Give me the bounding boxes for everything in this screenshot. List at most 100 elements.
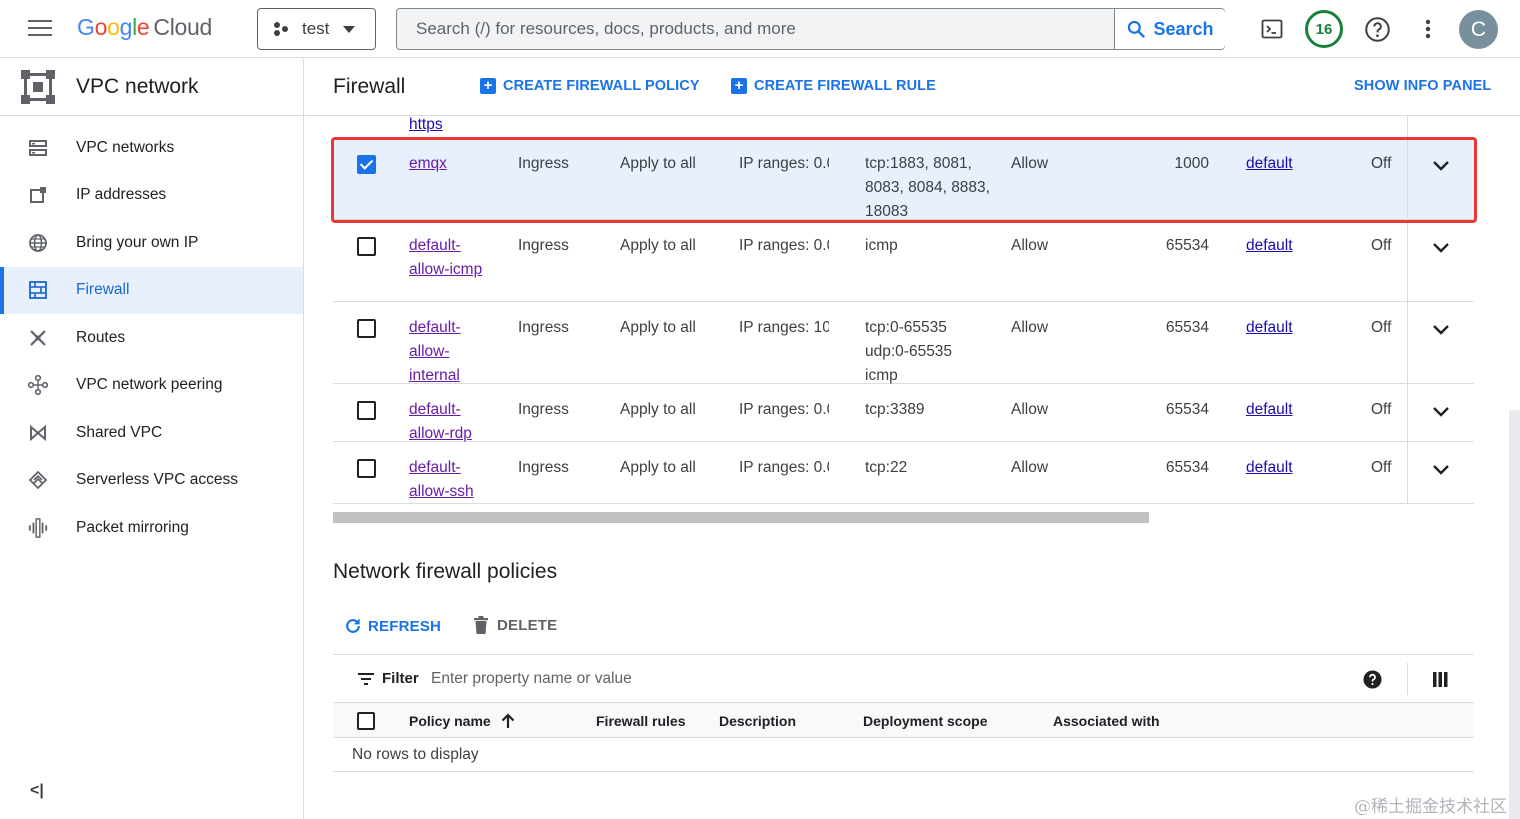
logo-cloud-text: Cloud xyxy=(153,14,213,40)
more-vert-icon[interactable] xyxy=(1413,14,1443,44)
rule-priority: 65534 xyxy=(1165,401,1209,418)
help-icon[interactable] xyxy=(1362,14,1392,44)
top-bar: GoogleCloud test Search 16 C xyxy=(0,0,1520,58)
google-cloud-logo[interactable]: Google Cloud xyxy=(77,14,212,41)
column-header-deployment-scope[interactable]: Deployment scope xyxy=(863,713,987,729)
account-avatar[interactable]: C xyxy=(1459,10,1498,49)
row-checkbox[interactable] xyxy=(357,237,376,256)
product-title: VPC network xyxy=(76,75,199,98)
sidebar-item-routes[interactable]: Routes xyxy=(0,314,303,362)
show-info-panel-button[interactable]: SHOW INFO PANEL xyxy=(1354,78,1491,94)
network-link[interactable]: default xyxy=(1246,319,1293,336)
main-menu-icon[interactable] xyxy=(28,20,52,38)
column-header-policy-name[interactable]: Policy name xyxy=(409,713,515,729)
row-checkbox[interactable] xyxy=(357,155,376,174)
table-row: emqx Ingress Apply to all IP ranges: 0.0… xyxy=(333,138,1474,220)
rule-targets: Apply to all xyxy=(620,155,696,172)
network-link[interactable]: default xyxy=(1246,237,1293,254)
search-button-label: Search xyxy=(1153,18,1214,39)
routes-icon xyxy=(28,328,48,348)
sidebar-item-label: Serverless VPC access xyxy=(76,471,238,489)
rule-targets: Apply to all xyxy=(620,319,696,336)
packet-mirroring-icon xyxy=(28,517,48,538)
filter-input[interactable] xyxy=(431,667,1031,691)
delete-label: DELETE xyxy=(497,616,558,634)
expand-row-chevron-icon[interactable] xyxy=(1432,238,1450,262)
rule-protocols: tcp:22 xyxy=(865,459,908,476)
sidebar-item-label: Bring your own IP xyxy=(76,233,199,251)
network-link[interactable]: default xyxy=(1246,459,1293,476)
rule-logs: Off xyxy=(1371,155,1392,172)
rule-protocols: tcp:1883, 8081, 8083, 8084, 8883, 18083 xyxy=(865,155,990,220)
create-firewall-policy-label: CREATE FIREWALL POLICY xyxy=(503,78,700,94)
expand-row-chevron-icon[interactable] xyxy=(1432,460,1450,484)
filter-button[interactable]: Filter xyxy=(358,670,419,687)
rule-name-link[interactable]: default-allow-ssh xyxy=(409,459,474,500)
sidebar-item-serverless-vpc-access[interactable]: Serverless VPC access xyxy=(0,457,303,505)
sidebar-item-vpc-networks[interactable]: VPC networks xyxy=(0,124,303,172)
select-all-checkbox[interactable] xyxy=(357,712,375,730)
sidebar-item-vpc-network-peering[interactable]: VPC network peering xyxy=(0,362,303,410)
refresh-button[interactable]: REFRESH xyxy=(343,616,441,636)
rule-name-link[interactable]: default-allow-rdp xyxy=(409,401,472,442)
network-link[interactable]: default xyxy=(1246,155,1293,172)
sidebar-item-label: VPC network peering xyxy=(76,376,223,394)
vpc-networks-icon xyxy=(28,138,48,158)
filter-icon xyxy=(358,672,374,685)
rule-targets: Apply to all xyxy=(620,401,696,418)
create-firewall-rule-button[interactable]: + CREATE FIREWALL RULE xyxy=(731,78,936,94)
rule-targets: Apply to all xyxy=(620,459,696,476)
create-firewall-policy-button[interactable]: + CREATE FIREWALL POLICY xyxy=(480,78,700,94)
cloud-shell-icon[interactable] xyxy=(1257,14,1287,44)
table-row: default-allow-internal Ingress Apply to … xyxy=(333,302,1474,384)
serverless-icon xyxy=(28,470,48,490)
notifications-badge[interactable]: 16 xyxy=(1305,10,1343,48)
column-header-description[interactable]: Description xyxy=(719,713,796,729)
sidebar-item-packet-mirroring[interactable]: Packet mirroring xyxy=(0,504,303,552)
rule-name-link[interactable]: https xyxy=(409,116,443,133)
sidebar-item-firewall[interactable]: Firewall xyxy=(0,266,303,314)
vertical-scrollbar[interactable] xyxy=(1509,410,1520,819)
rule-direction: Ingress xyxy=(518,319,569,336)
rule-name-link[interactable]: default-allow-internal xyxy=(409,319,461,384)
search-input[interactable] xyxy=(398,10,1113,48)
column-divider xyxy=(1407,384,1408,441)
sidebar-item-ip-addresses[interactable]: IP addresses xyxy=(0,172,303,220)
rule-direction: Ingress xyxy=(518,155,569,172)
collapse-nav-button[interactable]: <| xyxy=(30,782,44,800)
rule-name-link[interactable]: emqx xyxy=(409,155,447,172)
sidebar-item-bring-your-own-ip[interactable]: Bring your own IP xyxy=(0,219,303,267)
row-checkbox[interactable] xyxy=(357,319,376,338)
delete-button[interactable]: DELETE xyxy=(473,616,557,634)
table-row: default-allow-rdp Ingress Apply to all I… xyxy=(333,384,1474,442)
chevron-down-icon xyxy=(343,25,356,33)
rule-name-link[interactable]: default-allow-icmp xyxy=(409,237,482,278)
project-name: test xyxy=(302,19,330,38)
peering-icon xyxy=(28,375,48,396)
project-picker[interactable]: test xyxy=(257,8,376,50)
expand-row-chevron-icon[interactable] xyxy=(1432,320,1450,344)
network-link[interactable]: default xyxy=(1246,401,1293,418)
rule-filters: IP ranges: 0.0 xyxy=(739,401,829,418)
create-firewall-rule-label: CREATE FIREWALL RULE xyxy=(754,78,936,94)
partial-rule-name-link[interactable]: https xyxy=(409,116,443,134)
sidebar-item-shared-vpc[interactable]: Shared VPC xyxy=(0,409,303,457)
sidebar-item-label: VPC networks xyxy=(76,138,175,156)
column-header-associated-with[interactable]: Associated with xyxy=(1053,713,1160,729)
horizontal-scrollbar[interactable] xyxy=(333,512,1149,523)
refresh-icon xyxy=(346,618,360,633)
search-button[interactable]: Search xyxy=(1114,9,1225,49)
rule-filters: IP ranges: 0.0 xyxy=(739,459,829,476)
row-checkbox[interactable] xyxy=(357,401,376,420)
help-circle-icon[interactable] xyxy=(1363,670,1382,694)
nav-list: VPC networks IP addresses Bring your own… xyxy=(0,116,303,552)
rule-action: Allow xyxy=(1011,401,1049,418)
expand-row-chevron-icon[interactable] xyxy=(1432,156,1450,180)
column-display-icon[interactable] xyxy=(1433,672,1448,692)
expand-row-chevron-icon[interactable] xyxy=(1432,402,1450,426)
rule-direction: Ingress xyxy=(518,401,569,418)
column-header-firewall-rules[interactable]: Firewall rules xyxy=(596,713,685,729)
globe-icon xyxy=(28,233,48,253)
row-checkbox[interactable] xyxy=(357,459,376,478)
column-divider xyxy=(1407,138,1408,219)
